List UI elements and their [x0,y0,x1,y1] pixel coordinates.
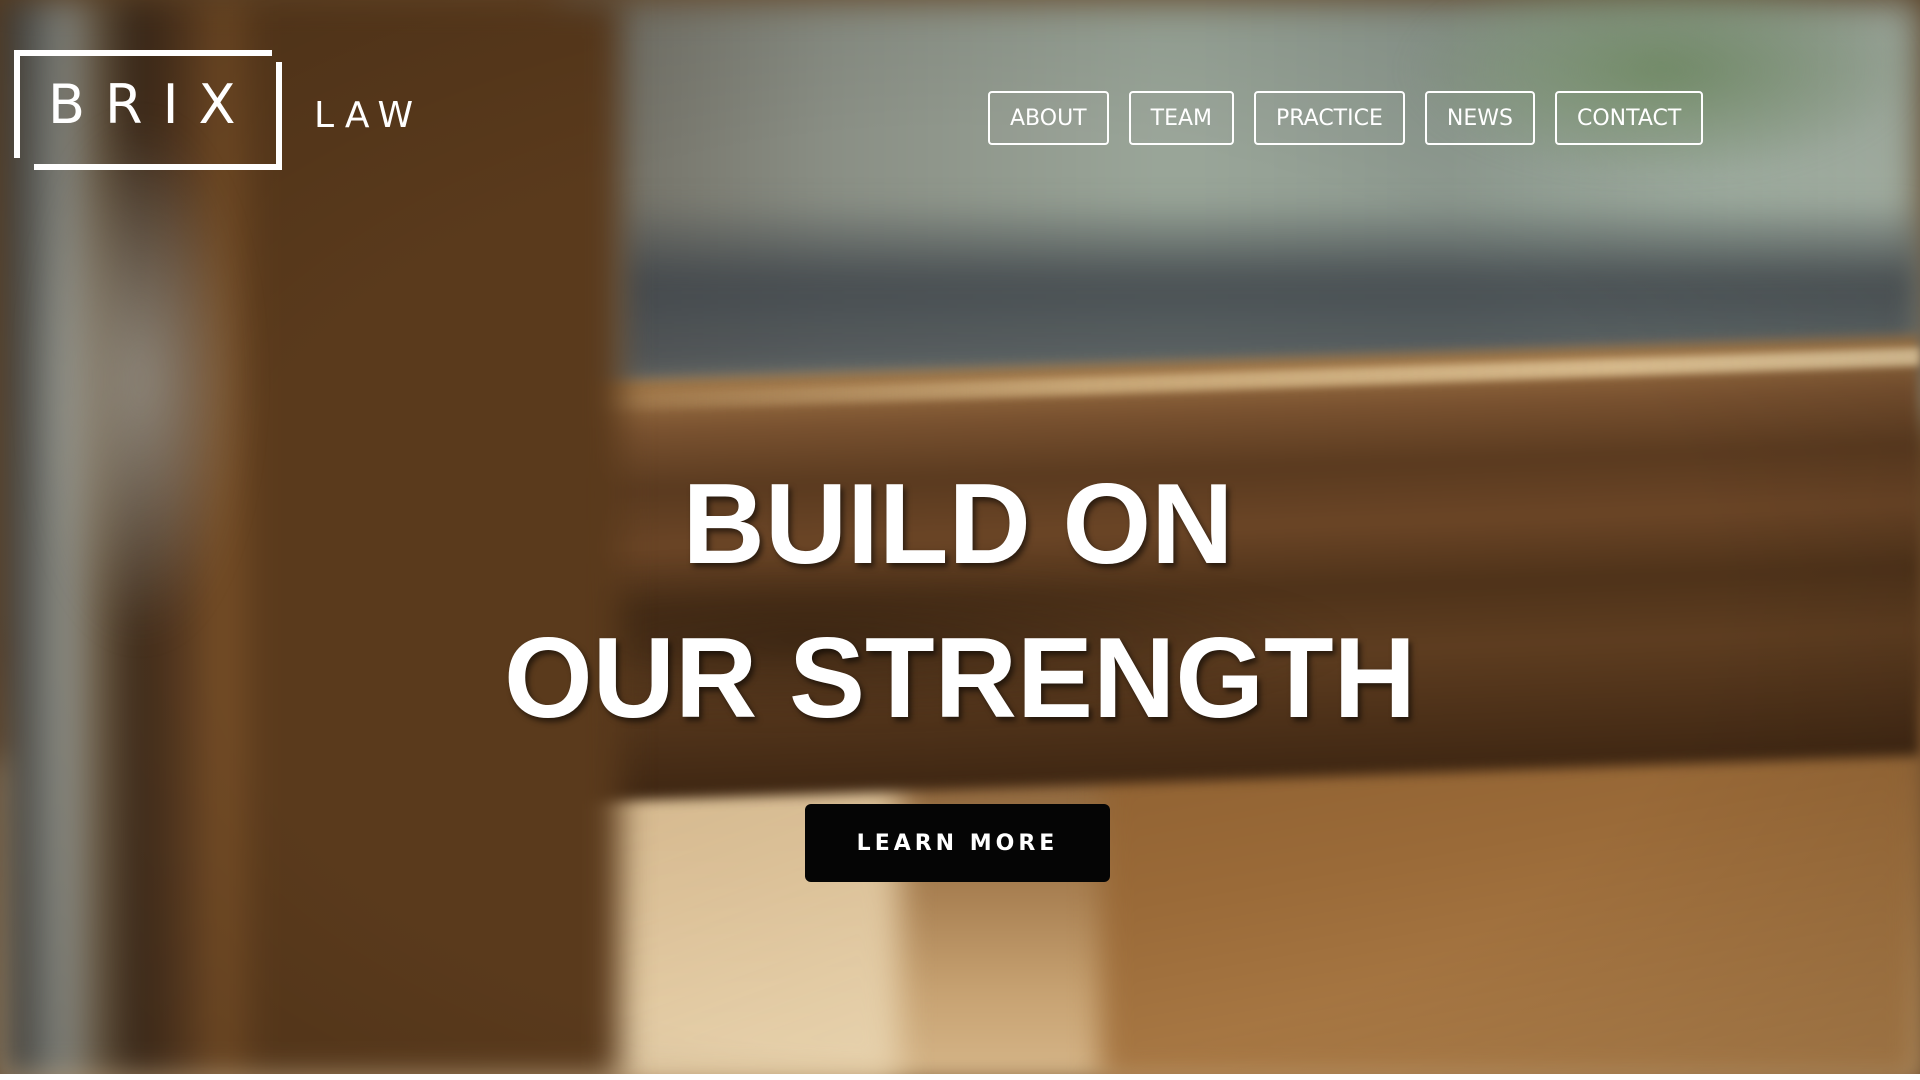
logo-suffix-text: LAW [314,95,424,136]
hero-headline-line-2: OUR STRENGTH [504,615,1416,742]
main-navigation: ABOUT TEAM PRACTICE NEWS CONTACT [988,91,1704,145]
nav-item-team[interactable]: TEAM [1128,91,1234,145]
hero-section: BRIX LAW ABOUT TEAM PRACTICE NEWS CONTAC… [0,0,1920,1080]
logo-brand-text: BRIX [48,73,256,136]
learn-more-button[interactable]: LEARN MORE [805,804,1110,882]
hero-headline: BUILD ON OUR STRENGTH [0,448,1920,756]
nav-item-about[interactable]: ABOUT [988,91,1109,145]
brand-logo[interactable]: BRIX LAW [14,50,444,170]
nav-item-practice[interactable]: PRACTICE [1254,91,1405,145]
nav-item-contact[interactable]: CONTACT [1554,91,1704,145]
hero-headline-line-1: BUILD ON [682,461,1234,588]
nav-item-news[interactable]: NEWS [1424,91,1535,145]
bottom-edge-strip [0,1074,1920,1080]
